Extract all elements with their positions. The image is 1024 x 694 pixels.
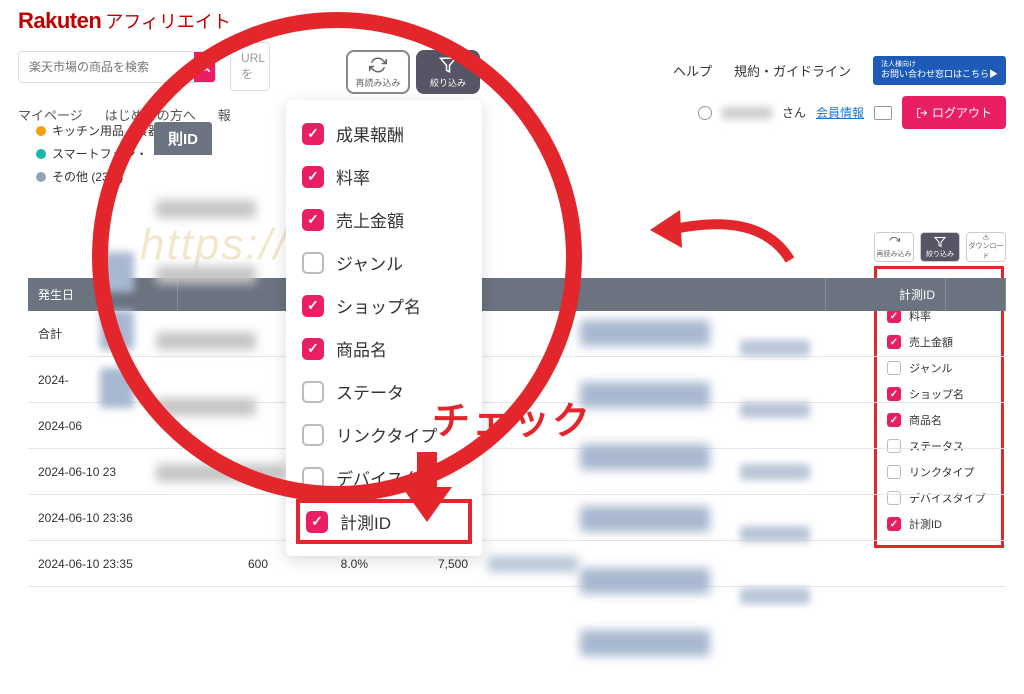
nav-report[interactable]: 報 (218, 105, 231, 124)
filter-option-large-0[interactable]: 成果報酬 (300, 112, 468, 155)
checkbox-icon (302, 166, 324, 188)
filter-button[interactable]: 絞り込み (416, 50, 480, 94)
filter-option-large-5[interactable]: 商品名 (300, 327, 468, 370)
logout-button[interactable]: ログアウト (902, 96, 1006, 129)
category-legend: キッチン用品・食器・ スマートフォン・ その他 (23%) (36, 120, 172, 188)
member-info-link[interactable]: 会員情報 (816, 104, 864, 121)
filter-label: 料率 (336, 164, 370, 189)
product-search (18, 51, 216, 83)
search-input[interactable] (19, 52, 194, 82)
filter-label: ステータ (336, 379, 404, 404)
mail-icon[interactable] (874, 106, 892, 120)
checkbox-icon (302, 424, 324, 446)
checkbox-icon (302, 295, 324, 317)
blurred-column (156, 200, 286, 530)
logout-label: ログアウト (932, 104, 992, 121)
checkbox-icon (302, 252, 324, 274)
contact-banner[interactable]: 法人様向け お問い合わせ窓口はこちら▶ (873, 56, 1006, 85)
checkbox-icon (302, 338, 324, 360)
filter-label: 計測ID (340, 509, 391, 534)
filter-label: 売上金額 (336, 207, 404, 232)
reload-button-small[interactable]: 再読み込み (874, 232, 914, 262)
td-n1: 600 (178, 549, 278, 579)
dot-icon (36, 126, 46, 136)
filter-label: 商品名 (336, 336, 387, 361)
contact-line2: お問い合わせ窓口はこちら▶ (881, 69, 998, 79)
reload-button[interactable]: 再読み込み (346, 50, 410, 94)
reload-icon (369, 56, 387, 74)
dot-icon (36, 172, 46, 182)
cat-item-1: スマートフォン・ (36, 143, 172, 166)
top-links: ヘルプ 規約・ガイドライン 法人様向け お問い合わせ窓口はこちら▶ (673, 56, 1006, 85)
logo-sub: アフィリエイト (105, 8, 231, 34)
filter-panel-large: 成果報酬料率売上金額ジャンルショップ名商品名ステータリンクタイプデバイスタ計測I… (286, 100, 482, 556)
td-date: 2024-06-10 23:35 (28, 549, 178, 579)
blurred-column (580, 320, 710, 692)
filter-option-large-2[interactable]: 売上金額 (300, 198, 468, 241)
contact-line1: 法人様向け (881, 60, 998, 69)
checkbox-icon (302, 123, 324, 145)
blurred-column (100, 252, 134, 426)
annotation-check-label: チェック (432, 390, 592, 445)
filter-label: ショップ名 (336, 293, 421, 318)
terms-link[interactable]: 規約・ガイドライン (734, 61, 851, 80)
logo-brand: Rakuten (18, 8, 101, 34)
table-row: 2024-06-10 23:356008.0%7,500 (28, 541, 1006, 587)
checkbox-icon (302, 381, 324, 403)
help-link[interactable]: ヘルプ (673, 61, 712, 80)
blurred-column (740, 340, 810, 650)
filter-label: ジャンル (336, 250, 403, 275)
filter-label: 絞り込み (430, 76, 466, 89)
checkbox-icon (302, 467, 324, 489)
filter-option-large-3[interactable]: ジャンル (300, 241, 468, 284)
download-button[interactable]: ダウンロード (966, 232, 1006, 262)
filter-label: リンクタイプ (336, 422, 437, 447)
filter-option-large-1[interactable]: 料率 (300, 155, 468, 198)
reload-label: 再読み込み (355, 76, 400, 89)
reload-icon (888, 236, 900, 248)
username-blurred (722, 107, 772, 119)
search-button[interactable] (194, 52, 215, 82)
annotation-arrow-curve (640, 200, 800, 280)
user-icon (698, 106, 712, 120)
table-toolbar-small: 再読み込み 絞り込み ダウンロード (874, 232, 1006, 262)
user-san: さん (782, 104, 806, 121)
column-header-id: 則ID (154, 122, 212, 155)
download-icon (980, 233, 992, 240)
cat-item-2: その他 (23%) (36, 166, 172, 189)
cat-item-0: キッチン用品・食器・ (36, 120, 172, 143)
cat-label: スマートフォン・ (52, 143, 148, 166)
search-icon (198, 60, 212, 74)
logout-icon (916, 107, 928, 119)
filter-icon (934, 236, 946, 248)
user-row: さん 会員情報 ログアウト (698, 96, 1006, 129)
checkbox-icon (302, 209, 324, 231)
th-measurement-id[interactable]: 計測ID (826, 278, 946, 311)
logo: Rakuten アフィリエイト (18, 8, 1006, 34)
filter-icon (439, 56, 457, 74)
url-input[interactable]: URLを (230, 42, 270, 91)
table-toolbar-large: 再読み込み 絞り込み (346, 50, 480, 94)
filter-button-small[interactable]: 絞り込み (920, 232, 960, 262)
checkbox-icon (306, 511, 328, 533)
dot-icon (36, 149, 46, 159)
filter-option-large-4[interactable]: ショップ名 (300, 284, 468, 327)
annotation-arrow-down (402, 452, 452, 522)
filter-label: 成果報酬 (336, 121, 404, 146)
cat-label: その他 (23%) (52, 166, 123, 189)
